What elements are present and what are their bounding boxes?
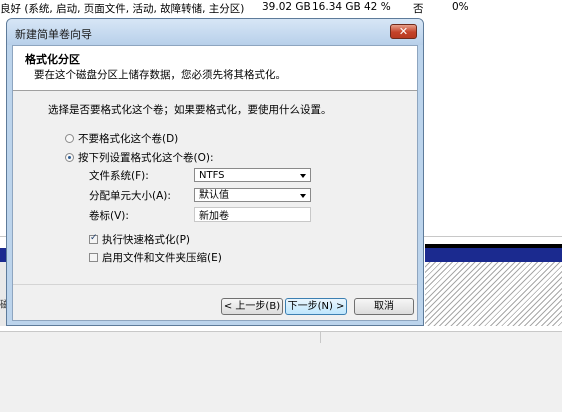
instruction-text: 选择是否要格式化这个卷；如果要格式化，要使用什么设置。 [48,104,332,116]
wizard-page-title: 格式化分区 [25,53,80,66]
quick-format-checkbox[interactable] [89,233,98,244]
volume-free-space: 16.34 GB [312,1,361,13]
wizard-page-subtitle: 要在这个磁盘分区上储存数据，您必须先将其格式化。 [34,69,286,81]
format-option[interactable]: 按下列设置格式化这个卷(O): [65,150,214,165]
volume-overhead: 0% [452,1,469,13]
volume-list-row[interactable]: 良好 (系统, 启动, 页面文件, 活动, 故障转储, 主分区) 39.02 G… [0,0,562,16]
dialog-title: 新建简单卷向导 [15,28,92,41]
format-label: 按下列设置格式化这个卷(O): [78,152,214,164]
close-button[interactable]: ✕ [390,24,417,39]
cancel-button[interactable]: 取消 [354,298,414,315]
volume-label-input[interactable] [194,207,311,222]
dialog-client-area: 格式化分区 要在这个磁盘分区上储存数据，您必须先将其格式化。 选择是否要格式化这… [12,45,418,321]
volume-fault-tolerance: 否 [413,3,424,15]
next-button[interactable]: 下一步(N) > [285,298,347,315]
no-format-label: 不要格式化这个卷(D) [78,133,179,145]
unallocated-band [425,248,562,262]
back-button[interactable]: < 上一步(B) [221,298,283,315]
close-icon: ✕ [398,25,409,38]
format-radio[interactable] [65,153,74,162]
chevron-down-icon [300,174,306,178]
volume-label-label: 卷标(V): [89,210,129,222]
filesystem-select[interactable]: NTFS [194,168,311,182]
no-format-radio[interactable] [65,134,74,143]
filesystem-value: NTFS [199,170,225,181]
wizard-header: 格式化分区 要在这个磁盘分区上储存数据，您必须先将其格式化。 [13,46,417,91]
no-format-option[interactable]: 不要格式化这个卷(D) [65,131,178,146]
footer-separator [13,284,417,285]
volume-status: 良好 (系统, 启动, 页面文件, 活动, 故障转储, 主分区) [0,3,245,15]
unallocated-space-block[interactable] [425,262,562,326]
allocation-unit-select[interactable]: 默认值 [194,188,311,202]
compression-label: 启用文件和文件夹压缩(E) [102,252,222,264]
status-area [0,331,562,412]
allocation-unit-label: 分配单元大小(A): [89,190,171,202]
volume-percent-free: 42 % [364,1,391,13]
volume-capacity: 39.02 GB [262,1,311,13]
compression-checkbox[interactable] [89,253,98,262]
compression-option[interactable]: 启用文件和文件夹压缩(E) [89,250,222,265]
quick-format-option[interactable]: 执行快速格式化(P) [89,232,190,247]
status-area-divider [320,331,562,343]
dialog-titlebar[interactable]: 新建简单卷向导 ✕ [7,19,423,45]
quick-format-label: 执行快速格式化(P) [102,234,191,246]
filesystem-label: 文件系统(F): [89,170,149,182]
new-simple-volume-wizard: 新建简单卷向导 ✕ 格式化分区 要在这个磁盘分区上储存数据，您必须先将其格式化。… [6,18,424,326]
allocation-unit-value: 默认值 [199,190,229,201]
chevron-down-icon [300,194,306,198]
